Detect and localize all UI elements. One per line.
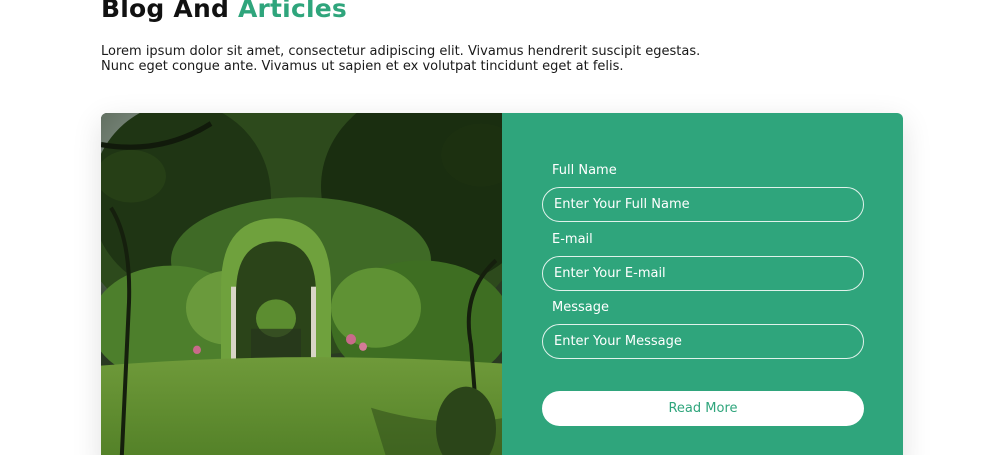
garden-archway-image xyxy=(101,113,502,455)
full-name-input[interactable] xyxy=(542,187,864,222)
section-title-prefix: Blog And xyxy=(101,0,230,23)
section-title: Blog And Articles xyxy=(101,0,347,23)
message-label: Message xyxy=(552,300,609,315)
section-intro: Lorem ipsum dolor sit amet, consectetur … xyxy=(101,44,701,74)
section-title-accent: Articles xyxy=(237,0,347,23)
email-input[interactable] xyxy=(542,256,864,291)
read-more-button[interactable]: Read More xyxy=(542,391,864,426)
message-input[interactable] xyxy=(542,324,864,359)
full-name-label: Full Name xyxy=(552,163,617,178)
garden-photo xyxy=(101,113,502,455)
contact-form: Full Name E-mail Message Read More xyxy=(502,113,903,455)
contact-card: Full Name E-mail Message Read More xyxy=(101,113,903,455)
email-label: E-mail xyxy=(552,232,593,247)
